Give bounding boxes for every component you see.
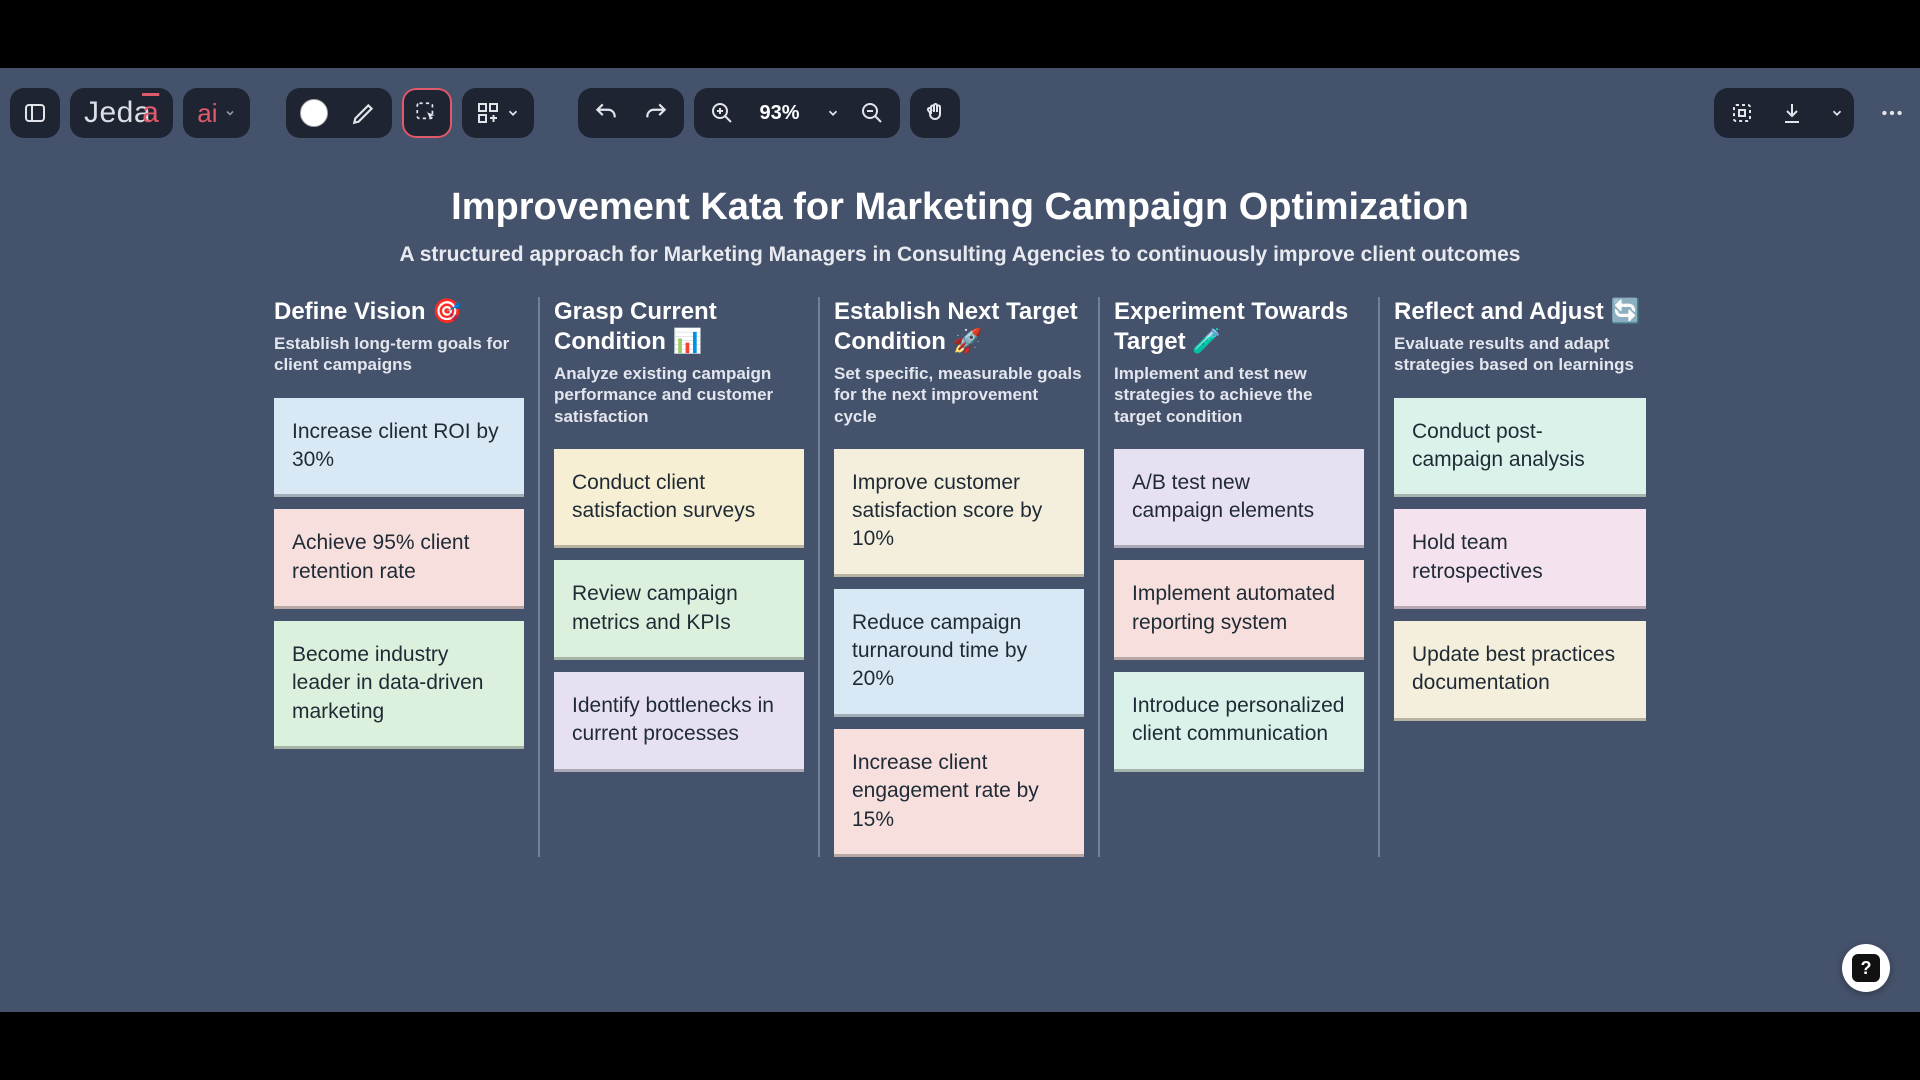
card[interactable]: Increase client engagement rate by 15% — [834, 729, 1084, 857]
column-title[interactable]: Experiment Towards Target 🧪 — [1114, 297, 1364, 357]
cards-container: Conduct post-campaign analysis Hold team … — [1394, 398, 1646, 721]
more-menu-button[interactable] — [1874, 95, 1910, 131]
column-title[interactable]: Establish Next Target Condition 🚀 — [834, 297, 1084, 357]
board-column: Establish Next Target Condition 🚀Set spe… — [820, 297, 1100, 857]
app-root: Jedaa ai — [0, 68, 1920, 1012]
zoom-out-button[interactable] — [854, 95, 890, 131]
zoom-level[interactable]: 93% — [760, 102, 800, 125]
board-column: Define Vision 🎯 Establish long-term goals… — [260, 297, 540, 857]
card[interactable]: Identify bottlenecks in current processe… — [554, 672, 804, 772]
column-description[interactable]: Establish long-term goals for client cam… — [274, 333, 524, 376]
ai-menu-button[interactable]: ai — [183, 88, 249, 138]
chevron-down-icon — [826, 106, 840, 120]
top-toolbar: Jedaa ai — [10, 88, 1910, 138]
cards-container: A/B test new campaign elements Implement … — [1114, 449, 1364, 772]
logo-text: Jedaa — [84, 96, 159, 130]
column-description[interactable]: Set specific, measurable goals for the n… — [834, 363, 1084, 427]
sidebar-toggle-button[interactable] — [10, 88, 60, 138]
cards-container: Conduct client satisfaction surveys Revie… — [554, 449, 804, 772]
card[interactable]: Conduct post-campaign analysis — [1394, 398, 1646, 498]
circle-icon — [300, 99, 328, 127]
pan-tool-button[interactable] — [910, 88, 960, 138]
chevron-down-icon — [506, 106, 520, 120]
board-subtitle[interactable]: A structured approach for Marketing Mana… — [0, 243, 1920, 267]
kanban-board: Define Vision 🎯 Establish long-term goals… — [0, 297, 1920, 857]
ai-label: ai — [197, 98, 217, 129]
board-column: Grasp Current Condition 📊Analyze existin… — [540, 297, 820, 857]
shapes-menu-button[interactable] — [462, 88, 534, 138]
draw-tool-group — [286, 88, 392, 138]
card[interactable]: Conduct client satisfaction surveys — [554, 449, 804, 549]
card[interactable]: Reduce campaign turnaround time by 20% — [834, 589, 1084, 717]
card[interactable]: Increase client ROI by 30% — [274, 398, 524, 498]
zoom-in-button[interactable] — [704, 95, 740, 131]
help-button[interactable]: ? — [1842, 944, 1890, 992]
logo[interactable]: Jedaa — [70, 88, 173, 138]
column-title[interactable]: Grasp Current Condition 📊 — [554, 297, 804, 357]
cards-container: Increase client ROI by 30% Achieve 95% cl… — [274, 398, 524, 749]
card[interactable]: Hold team retrospectives — [1394, 509, 1646, 609]
card[interactable]: Implement automated reporting system — [1114, 560, 1364, 660]
chevron-down-icon — [224, 107, 236, 119]
column-title[interactable]: Define Vision 🎯 — [274, 297, 524, 327]
help-icon: ? — [1852, 954, 1880, 982]
card[interactable]: Improve customer satisfaction score by 1… — [834, 449, 1084, 577]
column-description[interactable]: Analyze existing campaign performance an… — [554, 363, 804, 427]
card[interactable]: Become industry leader in data-driven ma… — [274, 621, 524, 749]
card[interactable]: A/B test new campaign elements — [1114, 449, 1364, 549]
frame-button[interactable] — [1724, 95, 1760, 131]
card[interactable]: Achieve 95% client retention rate — [274, 509, 524, 609]
card[interactable]: Introduce personalized client communicat… — [1114, 672, 1364, 772]
export-group — [1714, 88, 1854, 138]
color-swatch-button[interactable] — [296, 95, 332, 131]
card[interactable]: Review campaign metrics and KPIs — [554, 560, 804, 660]
canvas[interactable]: Improvement Kata for Marketing Campaign … — [0, 168, 1920, 1012]
cards-container: Improve customer satisfaction score by 1… — [834, 449, 1084, 857]
pen-tool-button[interactable] — [346, 95, 382, 131]
column-description[interactable]: Evaluate results and adapt strategies ba… — [1394, 333, 1646, 376]
zoom-group: 93% — [694, 88, 900, 138]
history-group — [578, 88, 684, 138]
chevron-down-icon — [1830, 106, 1844, 120]
column-description[interactable]: Implement and test new strategies to ach… — [1114, 363, 1364, 427]
column-title[interactable]: Reflect and Adjust 🔄 — [1394, 297, 1646, 327]
board-column: Reflect and Adjust 🔄 Evaluate results and… — [1380, 297, 1660, 857]
card[interactable]: Update best practices documentation — [1394, 621, 1646, 721]
download-button[interactable] — [1774, 95, 1810, 131]
redo-button[interactable] — [638, 95, 674, 131]
undo-button[interactable] — [588, 95, 624, 131]
select-tool-button[interactable] — [402, 88, 452, 138]
board-title[interactable]: Improvement Kata for Marketing Campaign … — [0, 186, 1920, 229]
board-column: Experiment Towards Target 🧪Implement and… — [1100, 297, 1380, 857]
